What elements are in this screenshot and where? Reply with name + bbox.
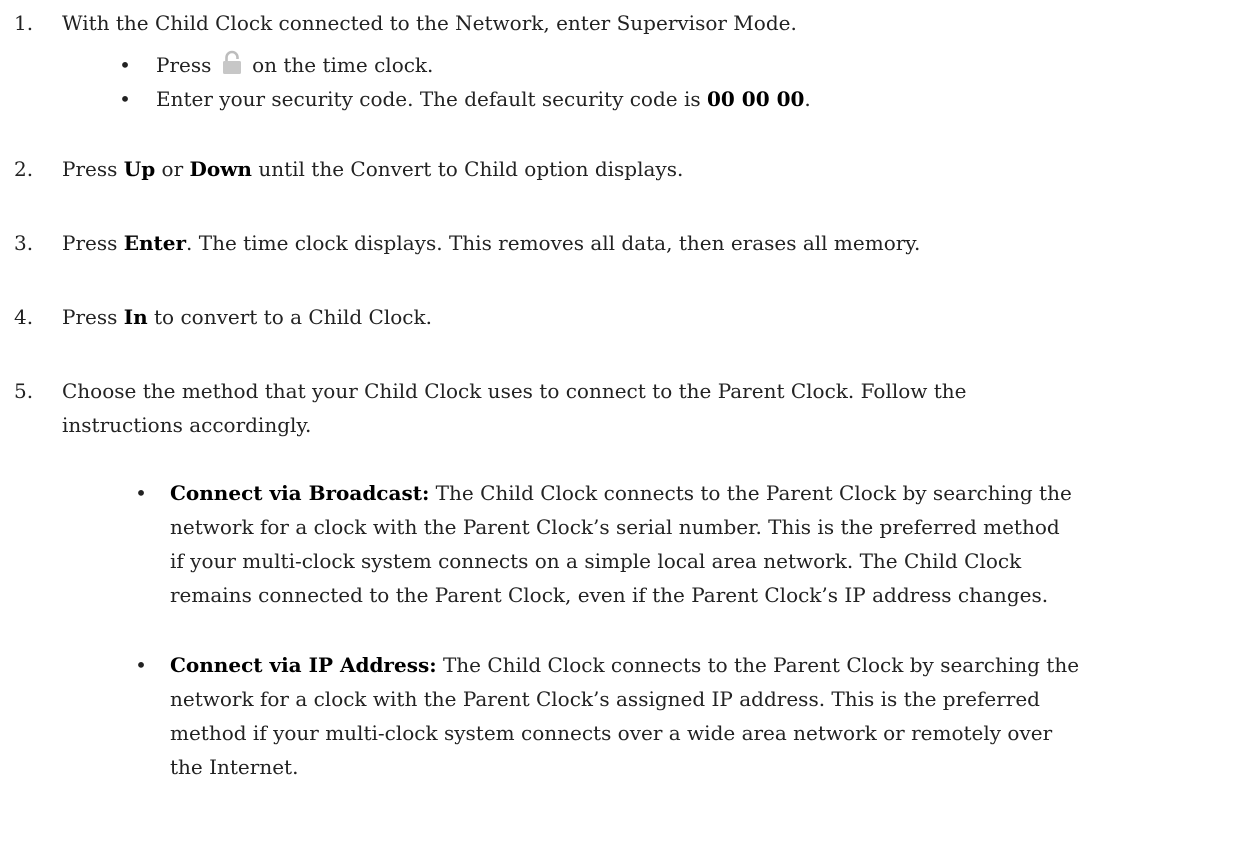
lock-icon bbox=[222, 50, 241, 74]
bullet: • bbox=[135, 481, 147, 505]
step-number: 3. bbox=[14, 231, 34, 255]
step-text: Choose the method that your Child Clock … bbox=[62, 379, 967, 403]
bullet: • bbox=[135, 653, 147, 677]
enter-key: Enter bbox=[123, 231, 187, 255]
bullet: • bbox=[119, 53, 131, 77]
step-text: With the Child Clock connected to the Ne… bbox=[62, 11, 797, 35]
step-number: 2. bbox=[14, 157, 34, 181]
method-title: Connect via Broadcast: bbox=[170, 481, 430, 505]
substep-text: on the time clock. bbox=[252, 53, 434, 77]
in-key: In bbox=[123, 305, 148, 329]
method-title: Connect via IP Address: bbox=[170, 653, 437, 677]
step-number: 1. bbox=[14, 11, 34, 35]
substep-text: Press bbox=[156, 53, 212, 77]
down-key: Down bbox=[189, 157, 252, 181]
instructions-document: 1. With the Child Clock connected to the… bbox=[0, 0, 1254, 852]
up-key: Up bbox=[123, 157, 156, 181]
default-security-code: 00 00 00 bbox=[706, 87, 805, 111]
step-number: 4. bbox=[14, 305, 34, 329]
step-number: 5. bbox=[14, 379, 34, 403]
step-text: instructions accordingly. bbox=[62, 413, 312, 437]
bullet: • bbox=[119, 87, 131, 111]
substep-text: Enter your security code. The default se… bbox=[156, 87, 707, 111]
